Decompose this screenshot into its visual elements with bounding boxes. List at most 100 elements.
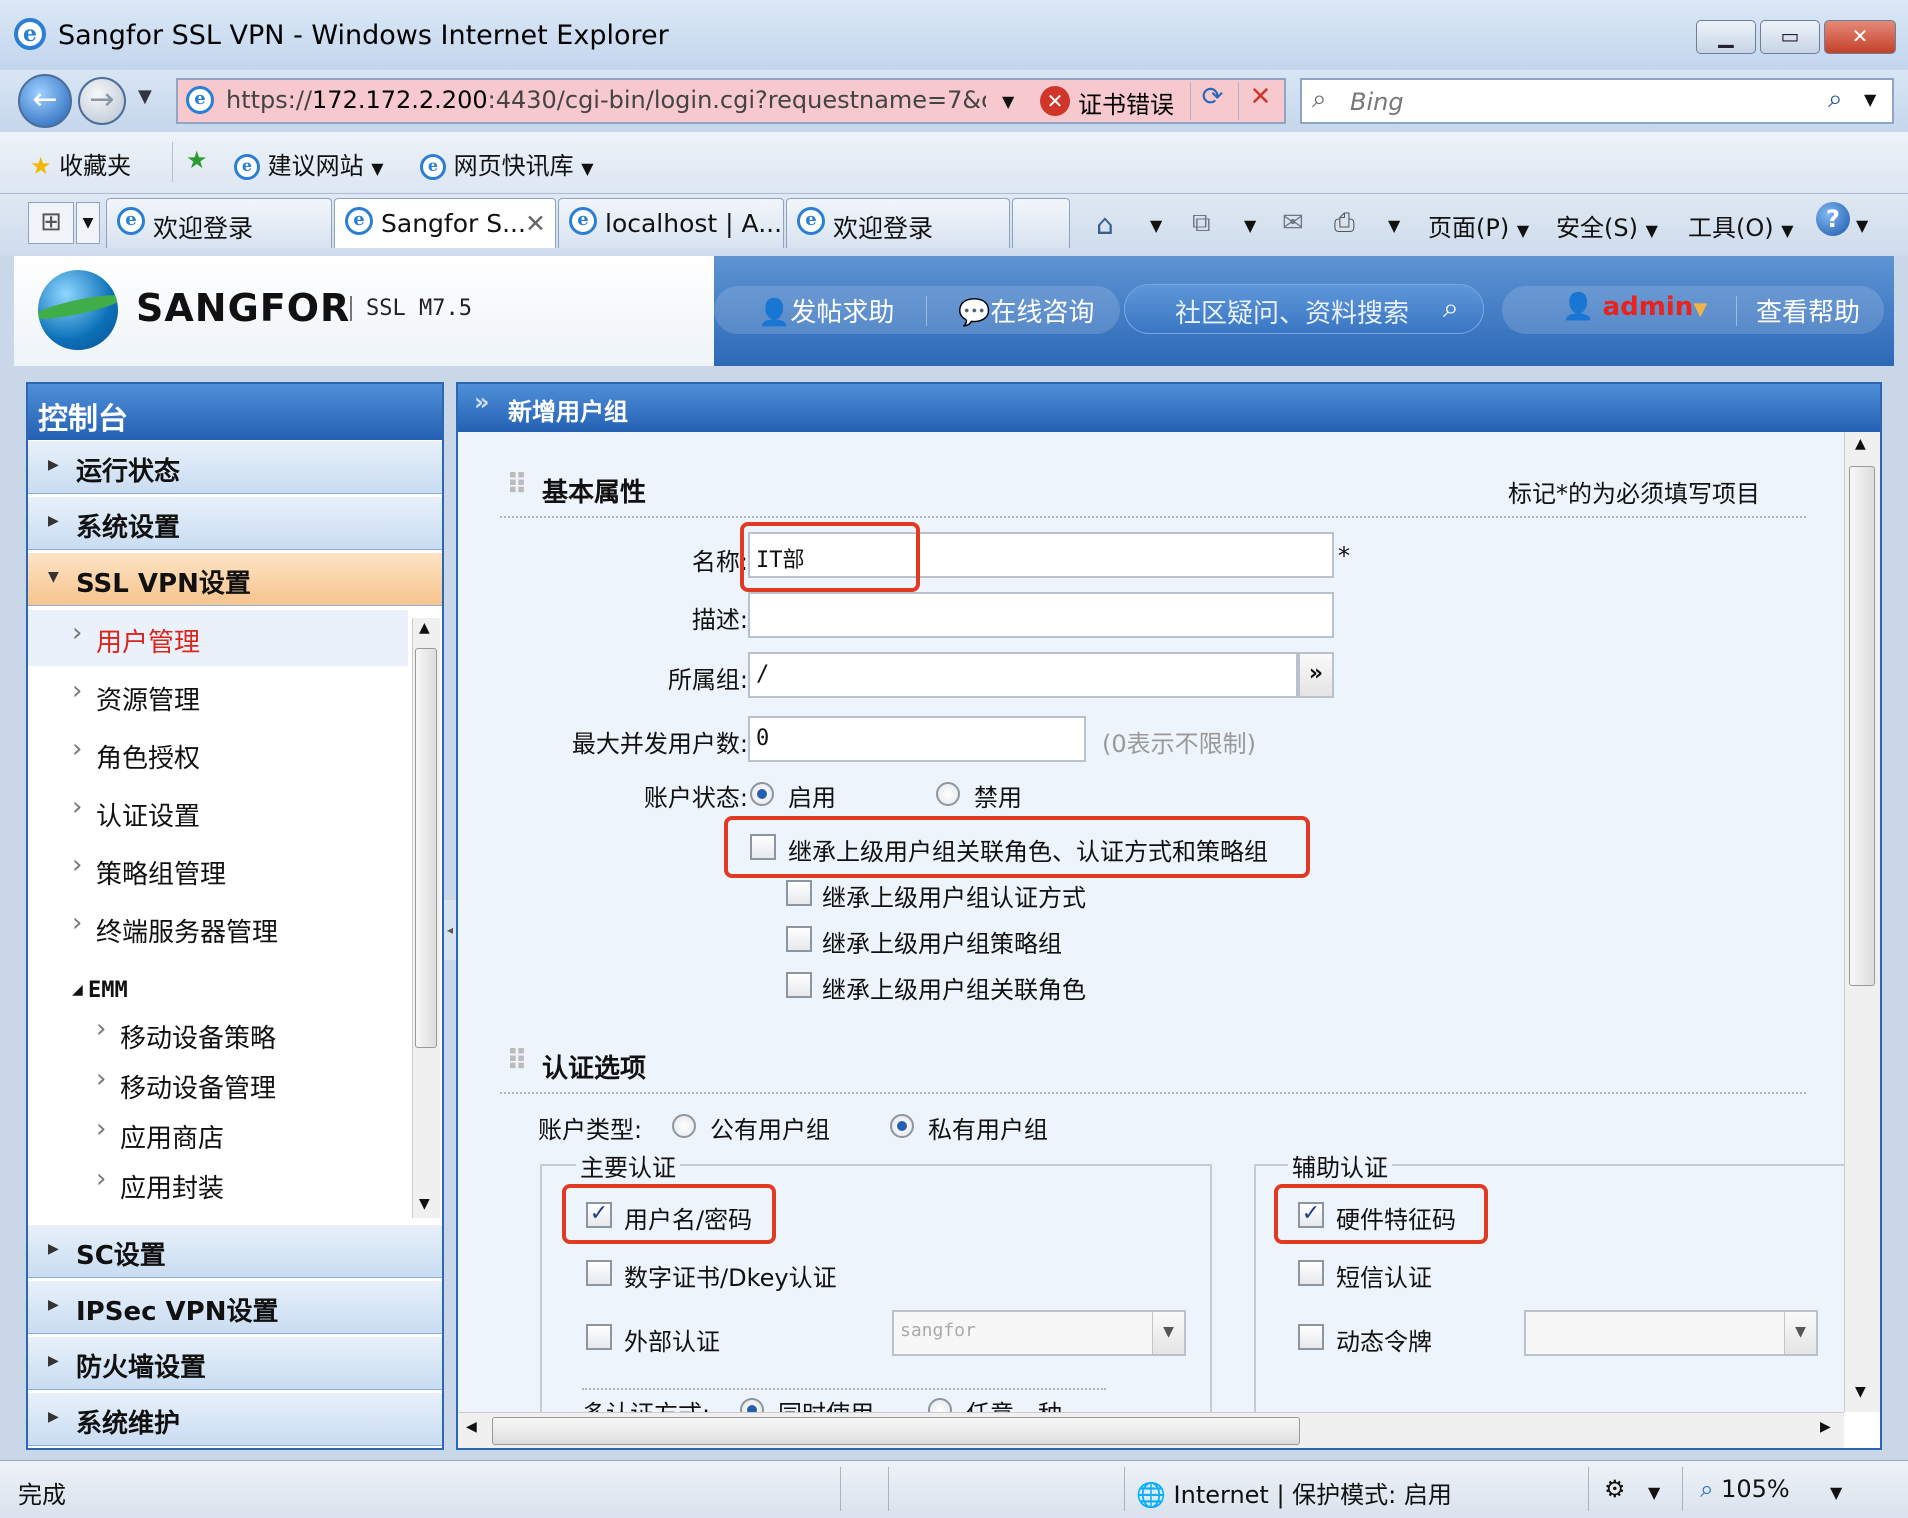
sidebar-item-mobile-management[interactable]: 移动设备管理 <box>28 1058 408 1108</box>
print-dropdown-icon[interactable]: ▼ <box>1388 216 1400 235</box>
status-disable-label[interactable]: 禁用 <box>974 778 1022 813</box>
online-consult-link[interactable]: 💬在线咨询 <box>958 292 1094 329</box>
status-disable-radio[interactable] <box>936 782 960 806</box>
sidebar-item-role-authorization[interactable]: 角色授权 <box>28 726 408 782</box>
scroll-left-icon[interactable]: ◀ <box>466 1419 477 1435</box>
add-favorite-icon[interactable]: ★ <box>186 146 208 174</box>
safety-menu[interactable]: 安全(S) ▼ <box>1556 208 1658 243</box>
status-enable-label[interactable]: 启用 <box>788 778 836 813</box>
scroll-up-icon[interactable]: ▲ <box>1855 436 1866 452</box>
refresh-icon[interactable]: ⟳ <box>1190 82 1234 120</box>
close-tab-icon[interactable]: ✕ <box>525 209 546 238</box>
quick-tabs-icon[interactable]: ⊞ <box>28 202 74 244</box>
tab-localhost[interactable]: e localhost | A... <box>558 198 784 248</box>
parent-group-input[interactable]: / <box>748 652 1298 698</box>
dynamic-token-label[interactable]: 动态令牌 <box>1336 1322 1432 1357</box>
address-url[interactable]: https://172.172.2.200:4430/cgi-bin/login… <box>226 86 986 114</box>
minimize-button[interactable]: ▁ <box>1696 20 1756 54</box>
search-options-icon[interactable]: ▼ <box>1864 90 1876 109</box>
search-go-icon[interactable]: ⌕ <box>1828 84 1843 115</box>
page-menu[interactable]: 页面(P) ▼ <box>1428 208 1529 243</box>
sidebar-group-emm[interactable]: EMM <box>88 978 128 1003</box>
suggested-sites-button[interactable]: e 建议网站 ▼ <box>234 146 384 181</box>
sms-auth-label[interactable]: 短信认证 <box>1336 1258 1432 1293</box>
main-horizontal-scroll-thumb[interactable] <box>492 1417 1300 1445</box>
hardware-id-label[interactable]: 硬件特征码 <box>1336 1200 1456 1235</box>
external-auth-select[interactable]: sangfor ▼ <box>892 1310 1186 1356</box>
inherit-policy-checkbox[interactable] <box>786 926 812 952</box>
sidebar-section-maintenance[interactable]: 系统维护 <box>28 1392 442 1446</box>
forward-button[interactable]: → <box>78 77 126 125</box>
home-dropdown-icon[interactable]: ▼ <box>1150 216 1162 235</box>
protected-mode-icon[interactable]: ⚙ <box>1604 1475 1626 1503</box>
cert-error-label[interactable]: 证书错误 <box>1078 85 1174 120</box>
scroll-up-icon[interactable]: ▲ <box>419 620 430 636</box>
scroll-right-icon[interactable]: ▶ <box>1820 1419 1831 1435</box>
main-horizontal-scrollbar[interactable]: ◀ ▶ <box>458 1412 1844 1448</box>
sidebar-item-mobile-policy[interactable]: 移动设备策略 <box>28 1008 408 1058</box>
inherit-all-label[interactable]: 继承上级用户组关联角色、认证方式和策略组 <box>788 832 1268 867</box>
sidebar-collapse-handle[interactable]: ◂ <box>444 900 456 960</box>
status-enable-radio[interactable] <box>750 782 774 806</box>
sidebar-item-app-store[interactable]: 应用商店 <box>28 1108 408 1158</box>
sidebar-section-sc[interactable]: SC设置 <box>28 1224 442 1278</box>
public-group-label[interactable]: 公有用户组 <box>710 1110 830 1145</box>
community-search-placeholder[interactable]: 社区疑问、资料搜索 <box>1175 293 1409 330</box>
protected-mode-dropdown-icon[interactable]: ▼ <box>1648 1483 1660 1502</box>
view-help-link[interactable]: 查看帮助 <box>1756 292 1860 329</box>
tools-menu[interactable]: 工具(O) ▼ <box>1688 208 1794 243</box>
dynamic-token-select[interactable]: ▼ <box>1524 1310 1818 1356</box>
multi-auth-simultaneous-label[interactable]: 同时使用 <box>778 1394 874 1412</box>
multi-auth-any-label[interactable]: 任意一种 <box>966 1394 1062 1412</box>
new-tab-button[interactable] <box>1012 198 1070 248</box>
dynamic-token-checkbox[interactable] <box>1298 1324 1324 1350</box>
select-parent-group-button[interactable]: » <box>1298 652 1334 698</box>
tab-sangfor-active[interactable]: e Sangfor S... ✕ <box>334 198 556 248</box>
post-help-link[interactable]: 👤发帖求助 <box>758 292 894 329</box>
maximize-button[interactable]: ▭ <box>1760 20 1820 54</box>
search-icon[interactable]: ⌕ <box>1443 291 1459 325</box>
sidebar-item-policy-group[interactable]: 策略组管理 <box>28 842 408 898</box>
sidebar-item-terminal-server[interactable]: 终端服务器管理 <box>28 900 408 956</box>
inherit-roles-checkbox[interactable] <box>786 972 812 998</box>
help-icon[interactable]: ? <box>1816 202 1850 236</box>
sidebar-section-system-settings[interactable]: 系统设置 <box>28 496 442 550</box>
sms-auth-checkbox[interactable] <box>1298 1260 1324 1286</box>
sidebar-scrollbar[interactable]: ▲ ▼ <box>412 618 440 1218</box>
feeds-dropdown-icon[interactable]: ▼ <box>1244 216 1256 235</box>
sidebar-item-user-management[interactable]: 用户管理 <box>28 610 408 666</box>
digital-cert-checkbox[interactable] <box>586 1260 612 1286</box>
public-group-radio[interactable] <box>672 1114 696 1138</box>
community-search-box[interactable]: 社区疑问、资料搜索 ⌕ <box>1124 284 1484 334</box>
username-password-label[interactable]: 用户名/密码 <box>624 1200 752 1235</box>
feeds-icon[interactable]: ⧉ <box>1192 208 1211 239</box>
sidebar-item-auth-settings[interactable]: 认证设置 <box>28 784 408 840</box>
mail-icon[interactable]: ✉ <box>1282 208 1304 238</box>
print-icon[interactable]: ⎙ <box>1334 208 1355 239</box>
search-placeholder[interactable]: Bing <box>1350 88 1404 116</box>
sidebar-item-resource-management[interactable]: 资源管理 <box>28 668 408 724</box>
inherit-auth-label[interactable]: 继承上级用户组认证方式 <box>822 878 1086 913</box>
scroll-down-icon[interactable]: ▼ <box>419 1196 430 1212</box>
hardware-id-checkbox[interactable]: ✓ <box>1298 1202 1324 1228</box>
address-bar[interactable]: e https://172.172.2.200:4430/cgi-bin/log… <box>176 78 1286 124</box>
user-menu[interactable]: 👤 admin▼ <box>1562 292 1707 322</box>
close-window-button[interactable]: ✕ <box>1824 20 1896 54</box>
zoom-dropdown-icon[interactable]: ▼ <box>1830 1483 1842 1502</box>
security-zone[interactable]: 🌐 Internet | 保护模式: 启用 <box>1136 1475 1452 1510</box>
address-dropdown-icon[interactable]: ▼ <box>1002 92 1014 111</box>
description-input[interactable] <box>748 592 1334 638</box>
back-button[interactable]: ← <box>18 74 72 128</box>
sidebar-section-firewall[interactable]: 防火墙设置 <box>28 1336 442 1390</box>
search-box[interactable]: ⌕ Bing ⌕ ▼ <box>1300 78 1894 124</box>
tab-welcome-login-1[interactable]: e 欢迎登录 <box>106 198 332 248</box>
sidebar-section-ipsec-vpn[interactable]: IPSec VPN设置 <box>28 1280 442 1334</box>
main-vertical-scrollbar[interactable]: ▲ ▼ <box>1844 432 1880 1412</box>
tab-welcome-login-2[interactable]: e 欢迎登录 <box>786 198 1010 248</box>
history-dropdown-icon[interactable]: ▼ <box>138 86 152 107</box>
sidebar-scroll-thumb[interactable] <box>415 648 437 1048</box>
chevron-down-icon[interactable]: ▼ <box>1152 1312 1184 1354</box>
sidebar-item-app-wrapping[interactable]: 应用封装 <box>28 1158 408 1208</box>
private-group-radio[interactable] <box>890 1114 914 1138</box>
chevron-down-icon[interactable]: ▼ <box>1784 1312 1816 1354</box>
